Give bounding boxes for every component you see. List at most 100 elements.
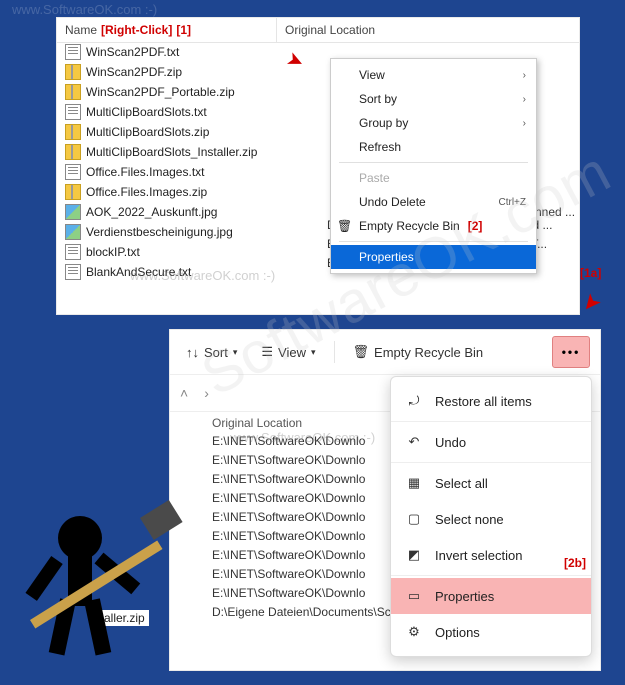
context-menu: View›Sort by›Group by›RefreshPasteUndo D… <box>330 58 537 274</box>
file-row[interactable]: MultiClipBoardSlots.zip <box>57 122 277 142</box>
ellipsis-icon: ••• <box>562 345 581 359</box>
file-row[interactable]: Office.Files.Images.zip <box>57 182 277 202</box>
file-row[interactable]: blockIP.txt <box>57 242 277 262</box>
file-name: Verdienstbescheinigung.jpg <box>86 225 233 239</box>
file-name: WinScan2PDF.zip <box>86 65 182 79</box>
menu-item-label: Empty Recycle Bin <box>359 219 460 233</box>
annotation-arrow-icon: ➤ <box>283 46 309 76</box>
file-row[interactable]: MultiClipBoardSlots.txt <box>57 102 277 122</box>
txt-file-icon <box>65 264 81 280</box>
select-none-icon: ▢ <box>405 510 423 528</box>
context-menu-item[interactable]: Group by› <box>331 111 536 135</box>
trash-icon: 🗑 <box>353 344 370 360</box>
zip-file-icon <box>65 184 81 200</box>
submenu-arrow-icon: › <box>523 94 526 105</box>
context-menu-item[interactable]: Undo DeleteCtrl+Z <box>331 190 536 214</box>
context-menu-item[interactable]: View› <box>331 63 536 87</box>
sort-icon: ↑↓ <box>186 345 199 360</box>
more-options-menu: ⤾Restore all items ↶ Undo ▦Select all ▢ Selec… <box>390 376 592 657</box>
zip-file-icon <box>65 64 81 80</box>
menu-item-label: Select none <box>435 512 504 527</box>
column-header-location[interactable]: Original Location <box>277 18 579 42</box>
context-menu-item[interactable]: Sort by › <box>331 87 536 111</box>
dropdown-item-invert[interactable]: ◩ Invert selection <box>391 537 591 573</box>
dropdown-item-properties[interactable]: ▭ Properties <box>391 578 591 614</box>
column-header-name[interactable]: Name [Right-Click] [1] <box>57 18 277 42</box>
file-row[interactable]: Office.Files.Images.txt <box>57 162 277 182</box>
file-row[interactable]: WinScan2PDF.zip <box>57 62 277 82</box>
menu-item-label: Select all <box>435 476 488 491</box>
jpg-file-icon <box>65 204 81 220</box>
menu-shortcut: Ctrl+Z <box>499 197 527 208</box>
file-row[interactable]: WinScan2PDF_Portable.zip <box>57 82 277 102</box>
file-row[interactable]: WinScan2PDF.txt <box>57 42 277 62</box>
menu-item-label: Options <box>435 625 480 640</box>
location-fragment: nned ... <box>535 205 575 219</box>
file-name: WinScan2PDF.txt <box>86 45 179 59</box>
menu-item-label: Invert selection <box>435 548 522 563</box>
nav-up-icon[interactable]: ˄ <box>180 385 188 401</box>
menu-item-label: Restore all items <box>435 394 532 409</box>
context-menu-item[interactable]: 🗑Empty Recycle Bin[2] <box>331 214 536 238</box>
context-menu-item[interactable]: Properties <box>331 245 536 269</box>
annotation-right-click: [Right-Click] <box>101 23 172 37</box>
menu-item-label: Properties <box>435 589 494 604</box>
dropdown-item-restore[interactable]: ⤾Restore all items <box>391 383 591 419</box>
file-name: MultiClipBoardSlots.zip <box>86 125 209 139</box>
file-name: BlankAndSecure.txt <box>86 265 191 279</box>
annotation-1: [1] <box>176 23 191 37</box>
recycle-bin-modern-window: ↑↓ Sort ▾ ☰ View ▾ 🗑 Empty Recycle Bin •… <box>170 330 600 670</box>
column-label: Name <box>65 23 97 37</box>
menu-separator <box>339 162 528 163</box>
file-row[interactable]: Verdienstbescheinigung.jpg <box>57 222 277 242</box>
button-label: Sort <box>204 345 228 360</box>
dropdown-item-options[interactable]: ⚙Options <box>391 614 591 650</box>
dropdown-item-select-all[interactable]: ▦Select all <box>391 465 591 501</box>
file-list: WinScan2PDF.txt WinScan2PDF.zip WinScan2PD… <box>57 42 277 282</box>
file-row[interactable]: BlankAndSecure.txt <box>57 262 277 282</box>
undo-icon: ↶ <box>405 433 423 451</box>
view-button[interactable]: ☰ View ▾ <box>255 337 321 367</box>
empty-recycle-bin-button[interactable]: 🗑 Empty Recycle Bin <box>347 337 490 367</box>
file-row[interactable]: MultiClipBoardSlots_Installer.zip <box>57 142 277 162</box>
file-name: MultiClipBoardSlots_Installer.zip <box>86 145 257 159</box>
button-label: View <box>278 345 306 360</box>
jpg-file-icon <box>65 224 81 240</box>
watermark-text: www.SoftwareOK.com :-) <box>12 2 157 17</box>
dropdown-item-select-none[interactable]: ▢ Select none <box>391 501 591 537</box>
dropdown-item-undo[interactable]: ↶ Undo <box>391 424 591 460</box>
submenu-arrow-icon: › <box>523 70 526 81</box>
zip-file-icon <box>65 144 81 160</box>
annotation-1a: [1a] <box>580 266 601 280</box>
context-menu-item[interactable]: Refresh <box>331 135 536 159</box>
txt-file-icon <box>65 244 81 260</box>
menu-separator <box>339 241 528 242</box>
context-menu-item: Paste <box>331 166 536 190</box>
file-row[interactable]: AOK_2022_Auskunft.jpg <box>57 202 277 222</box>
properties-icon: ▭ <box>405 587 423 605</box>
recycle-bin-list-window: Name [Right-Click] [1] Original Location… <box>57 18 579 314</box>
txt-file-icon <box>65 44 81 60</box>
column-header-row: Name [Right-Click] [1] Original Location <box>57 18 579 43</box>
column-header-location[interactable]: Original Location <box>212 416 302 430</box>
recycle-bin-icon: 🗑 <box>337 219 351 233</box>
menu-item-label: Undo <box>435 435 466 450</box>
menu-item-label: Refresh <box>359 140 401 154</box>
menu-separator <box>391 575 591 576</box>
sort-button[interactable]: ↑↓ Sort ▾ <box>180 337 243 367</box>
more-options-button[interactable]: ••• <box>552 336 590 368</box>
chevron-down-icon: ▾ <box>233 347 238 358</box>
menu-separator <box>391 421 591 422</box>
invert-icon: ◩ <box>405 546 423 564</box>
file-name: MultiClipBoardSlots.txt <box>86 105 207 119</box>
menu-item-label: Paste <box>359 171 390 185</box>
file-name: WinScan2PDF_Portable.zip <box>86 85 235 99</box>
column-label: Original Location <box>285 23 375 37</box>
submenu-arrow-icon: › <box>523 118 526 129</box>
zip-file-icon <box>65 124 81 140</box>
txt-file-icon <box>65 164 81 180</box>
annotation-arrow-icon: ➤ <box>575 288 607 319</box>
menu-item-label: Sort by <box>359 92 397 106</box>
toolbar-separator <box>334 341 335 363</box>
nav-chevron-icon[interactable]: › <box>204 385 209 401</box>
